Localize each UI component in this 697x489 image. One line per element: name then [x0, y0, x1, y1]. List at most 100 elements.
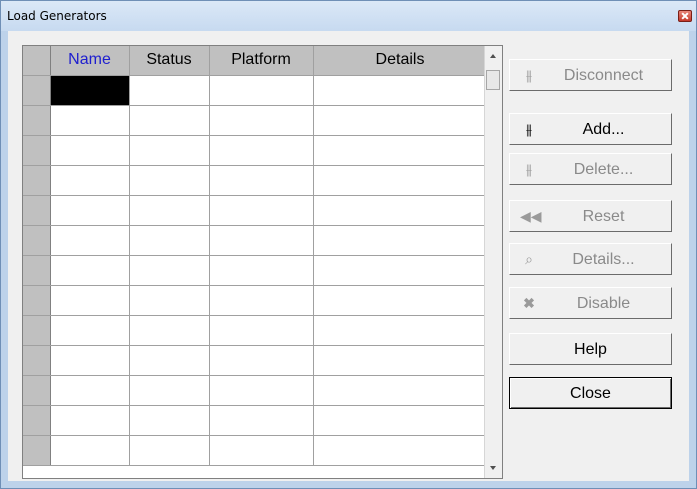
grid-cell[interactable] [313, 345, 488, 376]
grid-row[interactable] [23, 225, 488, 256]
row-header-cell[interactable] [23, 105, 51, 136]
grid-row[interactable] [23, 135, 488, 166]
grid-cell[interactable] [313, 435, 488, 466]
grid-row[interactable] [23, 195, 488, 226]
close-window-icon[interactable] [678, 10, 692, 22]
scroll-down-arrow-icon[interactable] [490, 466, 496, 470]
grid-cell[interactable] [129, 405, 210, 436]
grid-cell[interactable] [129, 225, 210, 256]
grid-row[interactable] [23, 435, 488, 466]
column-header-name[interactable]: Name [50, 46, 130, 76]
column-header-platform[interactable]: Platform [209, 46, 314, 76]
grid-cell[interactable] [209, 405, 314, 436]
grid-cell[interactable] [209, 135, 314, 166]
grid-cell[interactable] [50, 315, 130, 346]
grid-cell[interactable] [50, 345, 130, 376]
grid-cell[interactable] [209, 225, 314, 256]
grid-cell[interactable] [313, 105, 488, 136]
vertical-scrollbar[interactable] [484, 46, 502, 478]
help-button[interactable]: Help [509, 333, 672, 365]
grid-cell[interactable] [313, 255, 488, 286]
scroll-thumb[interactable] [486, 70, 500, 90]
grid-cell[interactable] [209, 345, 314, 376]
grid-cell[interactable] [313, 195, 488, 226]
grid-cell[interactable] [209, 315, 314, 346]
grid-cell[interactable] [129, 195, 210, 226]
grid-cell[interactable] [50, 405, 130, 436]
row-header-cell[interactable] [23, 165, 51, 196]
grid-row[interactable] [23, 165, 488, 196]
row-header-cell[interactable] [23, 255, 51, 286]
column-header-status[interactable]: Status [129, 46, 210, 76]
grid-cell[interactable] [209, 375, 314, 406]
grid-cell[interactable] [129, 345, 210, 376]
disconnect-button[interactable]: ⫵ Disconnect [509, 59, 672, 91]
grid-row[interactable] [23, 75, 488, 106]
row-header-cell[interactable] [23, 285, 51, 316]
grid-cell[interactable] [50, 225, 130, 256]
disconnect-label: Disconnect [563, 67, 644, 84]
grid-cell[interactable] [313, 225, 488, 256]
row-header-cell[interactable] [23, 315, 51, 346]
reset-button[interactable]: ◀◀ Reset [509, 200, 672, 232]
grid-cell[interactable] [209, 75, 314, 106]
grid-cell[interactable] [209, 165, 314, 196]
window-title: Load Generators [7, 9, 107, 23]
row-header-cell[interactable] [23, 135, 51, 166]
grid-cell[interactable] [209, 195, 314, 226]
scroll-up-arrow-icon[interactable] [490, 54, 496, 58]
load-generators-window: Load Generators Name Status Platform Det… [0, 0, 697, 489]
delete-button[interactable]: ⫵ Delete... [509, 153, 672, 185]
grid-cell[interactable] [313, 405, 488, 436]
details-button[interactable]: ⌕ Details... [509, 243, 672, 275]
row-header-cell[interactable] [23, 435, 51, 466]
grid-cell[interactable] [313, 285, 488, 316]
row-header-cell[interactable] [23, 225, 51, 256]
column-header-details[interactable]: Details [313, 46, 488, 76]
grid-cell[interactable] [129, 375, 210, 406]
grid-cell[interactable] [129, 135, 210, 166]
grid-cell[interactable] [50, 135, 130, 166]
grid-row[interactable] [23, 105, 488, 136]
grid-cell[interactable] [50, 285, 130, 316]
grid-cell[interactable] [129, 435, 210, 466]
grid-cell[interactable] [129, 255, 210, 286]
grid-cell[interactable] [50, 195, 130, 226]
grid-row[interactable] [23, 405, 488, 436]
grid-cell[interactable] [129, 315, 210, 346]
grid-cell[interactable] [50, 165, 130, 196]
grid-cell[interactable] [209, 255, 314, 286]
grid-cell[interactable] [209, 105, 314, 136]
grid-row[interactable] [23, 255, 488, 286]
grid-row[interactable] [23, 285, 488, 316]
grid-cell[interactable] [129, 75, 210, 106]
grid-cell[interactable] [313, 135, 488, 166]
row-header-cell[interactable] [23, 375, 51, 406]
grid-row[interactable] [23, 315, 488, 346]
grid-cell[interactable] [313, 315, 488, 346]
add-button[interactable]: ⫵ Add... [509, 113, 672, 145]
row-header-cell[interactable] [23, 75, 51, 106]
grid-cell[interactable] [313, 75, 488, 106]
grid-cell[interactable] [50, 375, 130, 406]
grid-cell[interactable] [313, 165, 488, 196]
grid-cell[interactable] [313, 375, 488, 406]
close-button[interactable]: Close [509, 377, 672, 409]
load-generators-grid[interactable]: Name Status Platform Details [22, 45, 503, 479]
disable-button[interactable]: ✖ Disable [509, 287, 672, 319]
grid-cell[interactable] [50, 105, 130, 136]
row-header-cell[interactable] [23, 345, 51, 376]
grid-row[interactable] [23, 345, 488, 376]
grid-cell[interactable] [129, 105, 210, 136]
grid-cell[interactable] [129, 165, 210, 196]
grid-cell[interactable] [50, 75, 130, 106]
details-label: Details... [572, 251, 635, 268]
grid-cell[interactable] [129, 285, 210, 316]
grid-cell[interactable] [50, 255, 130, 286]
row-header-cell[interactable] [23, 405, 51, 436]
grid-row[interactable] [23, 375, 488, 406]
grid-cell[interactable] [209, 435, 314, 466]
grid-cell[interactable] [50, 435, 130, 466]
row-header-cell[interactable] [23, 195, 51, 226]
grid-cell[interactable] [209, 285, 314, 316]
